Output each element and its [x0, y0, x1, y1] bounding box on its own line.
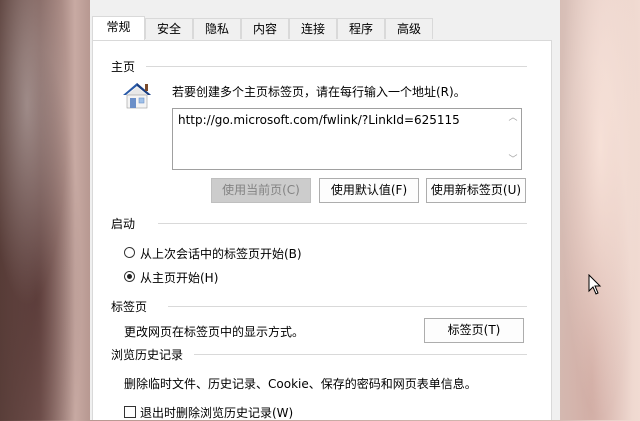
- radio-last-session-label[interactable]: 从上次会话中的标签页开始(B): [140, 245, 302, 262]
- startup-group-title: 启动: [111, 217, 136, 231]
- tab-general[interactable]: 常规: [92, 16, 145, 40]
- delete-on-exit-label[interactable]: 退出时删除浏览历史记录(W): [140, 404, 293, 421]
- history-description: 删除临时文件、历史记录、Cookie、保存的密码和网页表单信息。: [124, 377, 477, 391]
- tab-connections[interactable]: 连接: [289, 18, 337, 39]
- tab-content[interactable]: 内容: [241, 18, 289, 39]
- delete-on-exit-checkbox[interactable]: [124, 406, 136, 418]
- use-default-button[interactable]: 使用默认值(F): [319, 178, 419, 203]
- home-description: 若要创建多个主页标签页，请在每行输入一个地址(R)。: [172, 85, 466, 99]
- scroll-up-icon[interactable]: ︿: [508, 113, 518, 123]
- tab-advanced[interactable]: 高级: [385, 18, 433, 39]
- tab-security[interactable]: 安全: [145, 18, 193, 39]
- radio-home-page[interactable]: [124, 271, 135, 282]
- home-group-title: 主页: [111, 60, 136, 74]
- scroll-down-icon[interactable]: ﹀: [508, 155, 518, 165]
- startup-group-divider: [158, 223, 527, 224]
- tab-strip: 常规 安全 隐私 内容 连接 程序 高级: [90, 16, 560, 40]
- home-group-divider: [146, 66, 527, 67]
- use-new-tab-button[interactable]: 使用新标签页(U): [426, 178, 526, 203]
- background-left: [0, 0, 90, 420]
- home-url-text: http://go.microsoft.com/fwlink/?LinkId=6…: [178, 113, 460, 127]
- history-group-title: 浏览历史记录: [111, 348, 184, 362]
- tabs-group-divider: [168, 306, 527, 307]
- use-current-button[interactable]: 使用当前页(C): [211, 178, 311, 203]
- home-url-textarea[interactable]: http://go.microsoft.com/fwlink/?LinkId=6…: [172, 108, 522, 170]
- home-icon: [123, 83, 151, 109]
- mouse-cursor-icon: [588, 274, 602, 295]
- radio-home-page-label[interactable]: 从主页开始(H): [140, 269, 218, 286]
- tab-programs[interactable]: 程序: [337, 18, 385, 39]
- radio-last-session[interactable]: [124, 247, 135, 258]
- background-right: [560, 0, 640, 420]
- history-group-divider: [194, 354, 527, 355]
- tab-privacy[interactable]: 隐私: [193, 18, 241, 39]
- tabs-description: 更改网页在标签页中的显示方式。: [124, 325, 305, 339]
- tabs-group-title: 标签页: [111, 300, 148, 314]
- tabs-button[interactable]: 标签页(T): [424, 318, 524, 343]
